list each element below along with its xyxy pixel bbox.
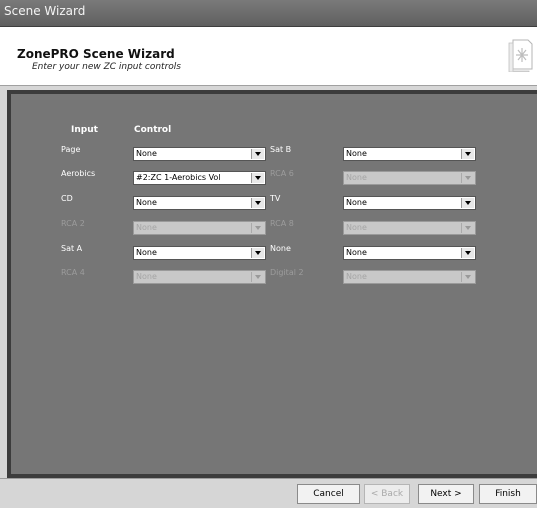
control-select-none[interactable]: None: [343, 246, 476, 260]
input-label-rca-4: RCA 4: [61, 268, 85, 277]
control-select-sat-a[interactable]: None: [133, 246, 266, 260]
control-select-value: #2:ZC 1-Aerobics Vol: [136, 173, 221, 182]
control-select-cd[interactable]: None: [133, 196, 266, 210]
input-label-sat-b: Sat B: [270, 145, 292, 154]
control-select-digital-2: None: [343, 270, 476, 284]
control-select-value: None: [346, 149, 367, 158]
input-label-sat-a: Sat A: [61, 244, 83, 253]
control-select-value: None: [346, 198, 367, 207]
input-label-rca-2: RCA 2: [61, 219, 85, 228]
input-label-rca-6: RCA 6: [270, 169, 294, 178]
wizard-subtitle: Enter your new ZC input controls: [32, 62, 181, 72]
chevron-down-icon: [251, 272, 264, 282]
control-select-value: None: [346, 173, 367, 182]
chevron-down-icon: [251, 223, 264, 233]
input-label-digital-2: Digital 2: [270, 268, 304, 277]
control-select-page[interactable]: None: [133, 147, 266, 161]
control-select-aerobics[interactable]: #2:ZC 1-Aerobics Vol: [133, 171, 266, 185]
window-titlebar: Scene Wizard: [0, 0, 537, 27]
wizard-header: ZonePRO Scene Wizard Enter your new ZC i…: [0, 27, 537, 86]
wizard-document-icon: [508, 39, 533, 72]
control-column-header: Control: [134, 125, 172, 135]
chevron-down-icon[interactable]: [461, 198, 474, 208]
chevron-down-icon: [461, 223, 474, 233]
chevron-down-icon: [461, 173, 474, 183]
control-select-value: None: [136, 272, 157, 281]
chevron-down-icon[interactable]: [461, 149, 474, 159]
controls-panel: Input Control Page None Aerobics #2:ZC 1-Ae…: [11, 94, 537, 474]
chevron-down-icon[interactable]: [251, 198, 264, 208]
chevron-down-icon[interactable]: [251, 248, 264, 258]
input-label-rca-8: RCA 8: [270, 219, 294, 228]
input-column-header: Input: [71, 125, 98, 135]
chevron-down-icon[interactable]: [251, 149, 264, 159]
control-select-rca-4: None: [133, 270, 266, 284]
finish-button[interactable]: Finish: [479, 484, 537, 504]
control-select-rca-6: None: [343, 171, 476, 185]
input-label-aerobics: Aerobics: [61, 169, 96, 178]
chevron-down-icon: [461, 272, 474, 282]
control-select-value: None: [136, 248, 157, 257]
footer-separator: [0, 478, 537, 479]
control-select-tv[interactable]: None: [343, 196, 476, 210]
wizard-title: ZonePRO Scene Wizard: [17, 47, 175, 61]
control-select-value: None: [136, 223, 157, 232]
chevron-down-icon[interactable]: [461, 248, 474, 258]
control-select-value: None: [346, 248, 367, 257]
control-select-value: None: [136, 198, 157, 207]
window-title: Scene Wizard: [4, 4, 86, 18]
control-select-value: None: [346, 272, 367, 281]
back-button[interactable]: < Back: [364, 484, 410, 504]
cancel-button[interactable]: Cancel: [297, 484, 360, 504]
control-select-value: None: [346, 223, 367, 232]
control-select-sat-b[interactable]: None: [343, 147, 476, 161]
input-label-tv: TV: [270, 194, 281, 203]
input-label-cd: CD: [61, 194, 73, 203]
input-label-none: None: [270, 244, 291, 253]
control-select-value: None: [136, 149, 157, 158]
control-select-rca-2: None: [133, 221, 266, 235]
next-button[interactable]: Next >: [418, 484, 474, 504]
chevron-down-icon[interactable]: [251, 173, 264, 183]
control-select-rca-8: None: [343, 221, 476, 235]
input-label-page: Page: [61, 145, 81, 154]
